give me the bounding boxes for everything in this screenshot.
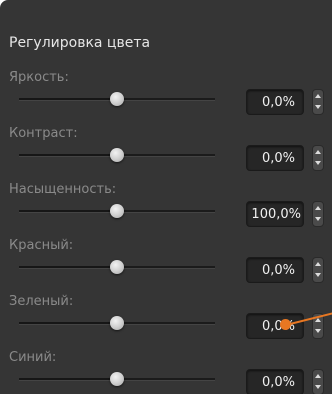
red-label: Красный: [9,238,74,253]
red-slider-fill [19,266,117,268]
saturation-label: Насыщенность: [9,182,117,197]
blue-value: 0,0% [261,375,295,390]
callout-dot [280,319,291,330]
contrast-stepper[interactable] [312,145,324,171]
saturation-row: Насыщенность: 100,0% [0,182,332,238]
saturation-stepper[interactable] [312,201,324,227]
stepper-down-icon[interactable] [313,270,323,282]
contrast-value-field[interactable]: 0,0% [246,145,304,171]
blue-slider-knob[interactable] [110,372,124,386]
red-value: 0,0% [261,263,295,278]
color-correction-panel: Регулировка цвета Яркость: 0,0% Контраст… [0,0,332,394]
stepper-down-icon[interactable] [313,102,323,114]
brightness-value: 0,0% [261,95,295,110]
saturation-value-field[interactable]: 100,0% [246,201,304,227]
stepper-up-icon[interactable] [313,370,323,382]
green-label: Зеленый: [9,294,74,309]
red-slider-knob[interactable] [110,260,124,274]
blue-row: Синий: 0,0% [0,350,332,394]
green-slider-fill [19,322,117,324]
contrast-label: Контраст: [9,126,78,141]
panel-title: Регулировка цвета [9,35,151,51]
contrast-row: Контраст: 0,0% [0,126,332,182]
brightness-row: Яркость: 0,0% [0,70,332,126]
green-slider-knob[interactable] [110,316,124,330]
brightness-slider-fill [19,98,117,100]
brightness-label: Яркость: [9,70,69,85]
stepper-down-icon[interactable] [313,382,323,394]
blue-stepper[interactable] [312,369,324,394]
stepper-down-icon[interactable] [313,326,323,338]
contrast-slider-knob[interactable] [110,148,124,162]
stepper-down-icon[interactable] [313,214,323,226]
saturation-value: 100,0% [251,207,301,222]
stepper-up-icon[interactable] [313,146,323,158]
stepper-up-icon[interactable] [313,202,323,214]
red-stepper[interactable] [312,257,324,283]
red-row: Красный: 0,0% [0,238,332,294]
stepper-up-icon[interactable] [313,258,323,270]
brightness-slider-knob[interactable] [110,92,124,106]
contrast-value: 0,0% [261,151,295,166]
blue-value-field[interactable]: 0,0% [246,369,304,394]
green-value-field[interactable]: 0,0% [246,313,304,339]
blue-slider-fill [19,378,117,380]
brightness-value-field[interactable]: 0,0% [246,89,304,115]
contrast-slider-fill [19,154,117,156]
blue-label: Синий: [9,350,57,365]
brightness-stepper[interactable] [312,89,324,115]
saturation-slider-fill [19,210,117,212]
red-value-field[interactable]: 0,0% [246,257,304,283]
saturation-slider-knob[interactable] [110,204,124,218]
stepper-down-icon[interactable] [313,158,323,170]
stepper-up-icon[interactable] [313,90,323,102]
